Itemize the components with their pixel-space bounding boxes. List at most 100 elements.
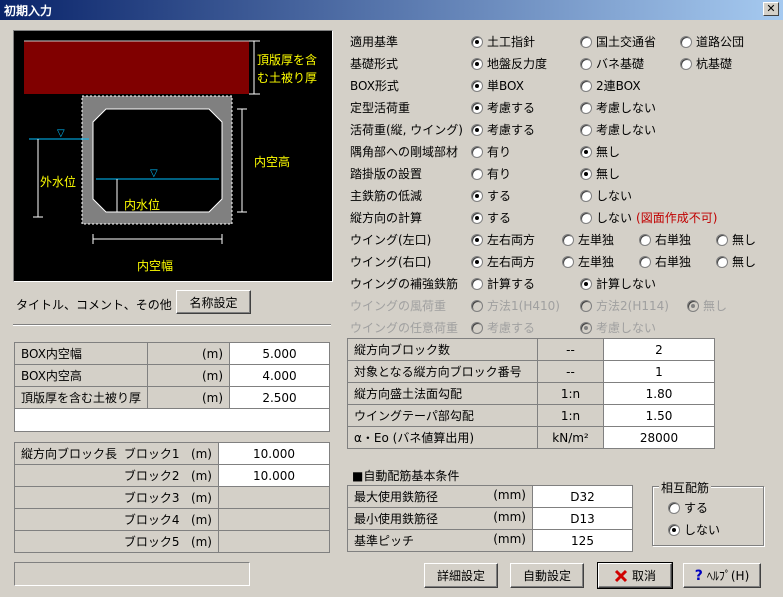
name-settings-button[interactable]: 名称設定 [176,290,251,314]
block-unit: (m) [190,469,212,483]
wing-taper-slope-input[interactable]: 1.50 [603,404,715,427]
radio-wing-rebar-0[interactable]: 計算する [471,275,535,292]
radio-live-load-1[interactable]: 考慮しない [580,121,656,138]
close-button[interactable]: ✕ [763,2,779,16]
radio-label: 考慮しない [596,123,657,137]
block-row-label: ブロック5 (m) [14,530,219,553]
radio-mutual-0[interactable]: する [668,499,708,516]
radio-live-load-0[interactable]: 考慮する [471,121,535,138]
radio-wing-right-1[interactable]: 左単独 [562,253,614,270]
radio-rigid-zone-0[interactable]: 有り [471,143,511,160]
spring-value-input[interactable]: 28000 [603,426,715,449]
rebar-label: 最小使用鉄筋径 [354,512,439,526]
radio-label: 無し [732,233,757,247]
radio-icon [639,255,651,268]
radio-wing-left-2[interactable]: 右単独 [639,231,691,248]
radio-icon [580,35,592,48]
radio-standard-0[interactable]: 土工指針 [471,33,535,50]
radio-box-type-0[interactable]: 単BOX [471,77,524,94]
radio-icon [668,523,680,536]
option-label-box-type: BOX形式 [350,79,399,93]
option-label-fixed-live-load: 定型活荷重 [350,101,411,115]
radio-wing-left-0[interactable]: 左右両方 [471,231,535,248]
table-row: 最小使用鉄筋径 (mm) D13 [347,507,633,530]
radio-approach-slab-0[interactable]: 有り [471,165,511,182]
cover-thickness-input[interactable]: 2.500 [229,386,330,409]
embankment-slope-input[interactable]: 1.80 [603,382,715,405]
block-count-input[interactable]: 2 [603,338,715,361]
help-question-icon: ? [694,567,703,584]
radio-wing-left-1[interactable]: 左単独 [562,231,614,248]
radio-wing-wind-1: 方法2(H114) [580,297,669,314]
table-row: ブロック5 (m) [14,530,330,553]
radio-longitudinal-calc-1[interactable]: しない (図面作成不可) [580,209,717,226]
radio-label: する [487,189,512,203]
box-inner-height-input[interactable]: 4.000 [229,364,330,387]
radio-box-type-1[interactable]: 2連BOX [580,77,641,94]
radio-icon [471,167,483,180]
block-2-input[interactable]: 10.000 [218,464,330,487]
radio-wing-right-0[interactable]: 左右両方 [471,253,535,270]
mutual-rebar-title: 相互配筋 [659,479,712,496]
radio-longitudinal-calc-0[interactable]: する [471,209,511,226]
box-inner-width-input[interactable]: 5.000 [229,342,330,365]
cancel-button[interactable]: 取消 [597,562,673,589]
target-block-input[interactable]: 1 [603,360,715,383]
table-row: 縦方向盛土法面勾配 1:n 1.80 [347,382,715,405]
rebar-unit: (mm) [493,510,526,524]
radio-icon [471,299,483,312]
radio-icon [680,57,692,70]
radio-icon [471,211,483,224]
radio-fixed-live-load-0[interactable]: 考慮する [471,99,535,116]
outer-water-label: 外水位 [40,175,77,189]
radio-foundation-0[interactable]: 地盤反力度 [471,55,547,72]
radio-standard-1[interactable]: 国土交通省 [580,33,656,50]
auto-settings-button[interactable]: 自動設定 [510,563,584,588]
option-label-wing-arbitrary: ウイングの任意荷重 [350,321,459,335]
radio-rigid-zone-1[interactable]: 無し [580,143,620,160]
radio-icon [471,35,483,48]
option-label-foundation: 基礎形式 [350,57,399,71]
radio-foundation-2[interactable]: 杭基礎 [680,55,732,72]
radio-label: 無し [732,255,757,269]
radio-icon [580,211,592,224]
block-1-input[interactable]: 10.000 [218,442,330,465]
radio-approach-slab-1[interactable]: 無し [580,165,620,182]
radio-wing-rebar-1[interactable]: 計算しない [580,275,656,292]
radio-mutual-1[interactable]: しない [668,521,720,538]
radio-label: 左単独 [578,255,615,269]
help-button[interactable]: ? ﾍﾙﾌﾟ(H) [683,563,761,588]
radio-wing-right-2[interactable]: 右単独 [639,253,691,270]
radio-rebar-reduction-0[interactable]: する [471,187,511,204]
radio-label: 杭基礎 [696,57,733,71]
radio-fixed-live-load-1[interactable]: 考慮しない [580,99,656,116]
inner-height-label: 内空高 [254,155,291,169]
radio-label: しない [596,211,633,225]
radio-icon [580,189,592,202]
detail-settings-button[interactable]: 詳細設定 [424,563,498,588]
longitudinal-table: 縦方向ブロック数 -- 2 対象となる縦方向ブロック番号 -- 1 縦方向盛土法… [347,338,715,449]
radio-wing-wind-0: 方法1(H410) [471,297,560,314]
radio-icon [471,321,483,334]
empty-row [14,408,330,432]
table-row: 最大使用鉄筋径 (mm) D32 [347,485,633,508]
radio-standard-2[interactable]: 道路公団 [680,33,744,50]
radio-rebar-reduction-1[interactable]: しない [580,187,632,204]
radio-wing-right-3[interactable]: 無し [716,253,756,270]
option-label-rebar-reduction: 主鉄筋の低減 [350,189,423,203]
table-row: 基準ピッチ (mm) 125 [347,529,633,552]
radio-icon [716,255,728,268]
dim-label: BOX内空幅 [13,342,149,365]
block-label: ブロック4 [123,513,180,527]
long-unit: -- [537,360,604,383]
dim-label: BOX内空高 [13,364,149,387]
min-rebar-input[interactable]: D13 [532,507,633,530]
max-rebar-input[interactable]: D32 [532,485,633,508]
radio-foundation-1[interactable]: バネ基礎 [580,55,644,72]
cancel-x-icon [614,569,628,582]
dim-unit: (m) [147,342,231,365]
radio-icon [680,35,692,48]
radio-label: 考慮する [487,321,536,335]
pitch-input[interactable]: 125 [532,529,633,552]
radio-wing-left-3[interactable]: 無し [716,231,756,248]
